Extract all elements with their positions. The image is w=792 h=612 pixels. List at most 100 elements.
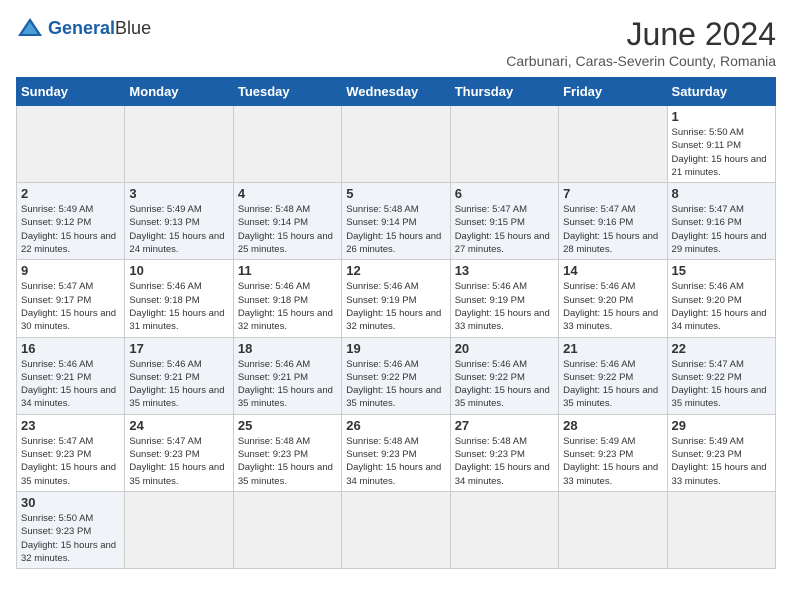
day-info: Sunrise: 5:47 AM Sunset: 9:17 PM Dayligh…	[21, 280, 120, 333]
day-number: 19	[346, 341, 445, 356]
day-info: Sunrise: 5:50 AM Sunset: 9:23 PM Dayligh…	[21, 512, 120, 565]
day-number: 28	[563, 418, 662, 433]
calendar-cell: 16 Sunrise: 5:46 AM Sunset: 9:21 PM Dayli…	[17, 337, 125, 414]
calendar-cell: 19 Sunrise: 5:46 AM Sunset: 9:22 PM Dayli…	[342, 337, 450, 414]
weekday-header-tuesday: Tuesday	[233, 78, 341, 106]
calendar-cell	[450, 106, 558, 183]
calendar-cell: 18 Sunrise: 5:46 AM Sunset: 9:21 PM Dayli…	[233, 337, 341, 414]
page-container: GeneralBlue June 2024 Carbunari, Caras-S…	[16, 16, 776, 569]
day-info: Sunrise: 5:47 AM Sunset: 9:16 PM Dayligh…	[672, 203, 771, 256]
day-number: 18	[238, 341, 337, 356]
weekday-header-wednesday: Wednesday	[342, 78, 450, 106]
calendar-table: SundayMondayTuesdayWednesdayThursdayFrid…	[16, 77, 776, 569]
calendar-cell: 6Sunrise: 5:47 AM Sunset: 9:15 PM Daylig…	[450, 183, 558, 260]
calendar-cell: 15 Sunrise: 5:46 AM Sunset: 9:20 PM Dayli…	[667, 260, 775, 337]
day-number: 23	[21, 418, 120, 433]
weekday-header-monday: Monday	[125, 78, 233, 106]
day-info: Sunrise: 5:46 AM Sunset: 9:19 PM Dayligh…	[346, 280, 445, 333]
calendar-cell: 4 Sunrise: 5:48 AM Sunset: 9:14 PM Daylig…	[233, 183, 341, 260]
calendar-week-row: 1Sunrise: 5:50 AM Sunset: 9:11 PM Daylig…	[17, 106, 776, 183]
calendar-cell	[125, 106, 233, 183]
day-number: 8	[672, 186, 771, 201]
weekday-header-saturday: Saturday	[667, 78, 775, 106]
day-info: Sunrise: 5:49 AM Sunset: 9:13 PM Dayligh…	[129, 203, 228, 256]
day-number: 15	[672, 263, 771, 278]
day-number: 11	[238, 263, 337, 278]
calendar-cell: 22 Sunrise: 5:47 AM Sunset: 9:22 PM Dayli…	[667, 337, 775, 414]
day-number: 22	[672, 341, 771, 356]
day-number: 13	[455, 263, 554, 278]
calendar-cell: 20 Sunrise: 5:46 AM Sunset: 9:22 PM Dayli…	[450, 337, 558, 414]
calendar-week-row: 9Sunrise: 5:47 AM Sunset: 9:17 PM Daylig…	[17, 260, 776, 337]
day-number: 30	[21, 495, 120, 510]
day-info: Sunrise: 5:49 AM Sunset: 9:23 PM Dayligh…	[563, 435, 662, 488]
calendar-cell: 2 Sunrise: 5:49 AM Sunset: 9:12 PM Daylig…	[17, 183, 125, 260]
day-number: 25	[238, 418, 337, 433]
day-info: Sunrise: 5:46 AM Sunset: 9:21 PM Dayligh…	[238, 358, 337, 411]
day-info: Sunrise: 5:46 AM Sunset: 9:21 PM Dayligh…	[21, 358, 120, 411]
day-info: Sunrise: 5:46 AM Sunset: 9:22 PM Dayligh…	[346, 358, 445, 411]
calendar-cell: 14Sunrise: 5:46 AM Sunset: 9:20 PM Dayli…	[559, 260, 667, 337]
day-number: 10	[129, 263, 228, 278]
calendar-cell: 21 Sunrise: 5:46 AM Sunset: 9:22 PM Dayli…	[559, 337, 667, 414]
weekday-header-row: SundayMondayTuesdayWednesdayThursdayFrid…	[17, 78, 776, 106]
logo-icon	[16, 16, 44, 40]
calendar-title: June 2024	[506, 16, 776, 53]
day-number: 20	[455, 341, 554, 356]
day-number: 21	[563, 341, 662, 356]
day-info: Sunrise: 5:47 AM Sunset: 9:16 PM Dayligh…	[563, 203, 662, 256]
calendar-cell	[17, 106, 125, 183]
day-number: 7	[563, 186, 662, 201]
day-number: 17	[129, 341, 228, 356]
calendar-cell: 24Sunrise: 5:47 AM Sunset: 9:23 PM Dayli…	[125, 414, 233, 491]
calendar-week-row: 16 Sunrise: 5:46 AM Sunset: 9:21 PM Dayli…	[17, 337, 776, 414]
day-number: 12	[346, 263, 445, 278]
day-info: Sunrise: 5:46 AM Sunset: 9:22 PM Dayligh…	[563, 358, 662, 411]
day-info: Sunrise: 5:49 AM Sunset: 9:12 PM Dayligh…	[21, 203, 120, 256]
day-number: 2	[21, 186, 120, 201]
day-info: Sunrise: 5:49 AM Sunset: 9:23 PM Dayligh…	[672, 435, 771, 488]
logo: GeneralBlue	[16, 16, 151, 40]
calendar-cell	[667, 491, 775, 568]
weekday-header-sunday: Sunday	[17, 78, 125, 106]
day-number: 6	[455, 186, 554, 201]
day-info: Sunrise: 5:47 AM Sunset: 9:22 PM Dayligh…	[672, 358, 771, 411]
calendar-cell	[342, 491, 450, 568]
day-number: 26	[346, 418, 445, 433]
logo-text: GeneralBlue	[48, 18, 151, 39]
calendar-cell: 10 Sunrise: 5:46 AM Sunset: 9:18 PM Dayli…	[125, 260, 233, 337]
day-number: 29	[672, 418, 771, 433]
calendar-cell: 25Sunrise: 5:48 AM Sunset: 9:23 PM Dayli…	[233, 414, 341, 491]
calendar-cell: 27 Sunrise: 5:48 AM Sunset: 9:23 PM Dayli…	[450, 414, 558, 491]
calendar-week-row: 23 Sunrise: 5:47 AM Sunset: 9:23 PM Dayli…	[17, 414, 776, 491]
day-number: 16	[21, 341, 120, 356]
day-info: Sunrise: 5:46 AM Sunset: 9:20 PM Dayligh…	[672, 280, 771, 333]
day-info: Sunrise: 5:46 AM Sunset: 9:18 PM Dayligh…	[238, 280, 337, 333]
calendar-cell	[233, 106, 341, 183]
calendar-subtitle: Carbunari, Caras-Severin County, Romania	[506, 53, 776, 69]
day-info: Sunrise: 5:46 AM Sunset: 9:22 PM Dayligh…	[455, 358, 554, 411]
day-number: 4	[238, 186, 337, 201]
calendar-week-row: 2 Sunrise: 5:49 AM Sunset: 9:12 PM Daylig…	[17, 183, 776, 260]
calendar-cell: 1Sunrise: 5:50 AM Sunset: 9:11 PM Daylig…	[667, 106, 775, 183]
calendar-cell: 8 Sunrise: 5:47 AM Sunset: 9:16 PM Daylig…	[667, 183, 775, 260]
calendar-cell: 23 Sunrise: 5:47 AM Sunset: 9:23 PM Dayli…	[17, 414, 125, 491]
calendar-cell: 7 Sunrise: 5:47 AM Sunset: 9:16 PM Daylig…	[559, 183, 667, 260]
day-number: 14	[563, 263, 662, 278]
day-info: Sunrise: 5:48 AM Sunset: 9:14 PM Dayligh…	[346, 203, 445, 256]
day-info: Sunrise: 5:46 AM Sunset: 9:19 PM Dayligh…	[455, 280, 554, 333]
calendar-cell: 3 Sunrise: 5:49 AM Sunset: 9:13 PM Daylig…	[125, 183, 233, 260]
day-number: 3	[129, 186, 228, 201]
day-number: 27	[455, 418, 554, 433]
day-info: Sunrise: 5:48 AM Sunset: 9:23 PM Dayligh…	[455, 435, 554, 488]
calendar-cell: 12 Sunrise: 5:46 AM Sunset: 9:19 PM Dayli…	[342, 260, 450, 337]
calendar-cell	[233, 491, 341, 568]
calendar-cell: 29 Sunrise: 5:49 AM Sunset: 9:23 PM Dayli…	[667, 414, 775, 491]
calendar-cell: 9Sunrise: 5:47 AM Sunset: 9:17 PM Daylig…	[17, 260, 125, 337]
day-info: Sunrise: 5:48 AM Sunset: 9:23 PM Dayligh…	[346, 435, 445, 488]
calendar-cell: 11 Sunrise: 5:46 AM Sunset: 9:18 PM Dayli…	[233, 260, 341, 337]
day-info: Sunrise: 5:47 AM Sunset: 9:23 PM Dayligh…	[21, 435, 120, 488]
calendar-cell	[125, 491, 233, 568]
day-info: Sunrise: 5:48 AM Sunset: 9:14 PM Dayligh…	[238, 203, 337, 256]
day-info: Sunrise: 5:46 AM Sunset: 9:18 PM Dayligh…	[129, 280, 228, 333]
